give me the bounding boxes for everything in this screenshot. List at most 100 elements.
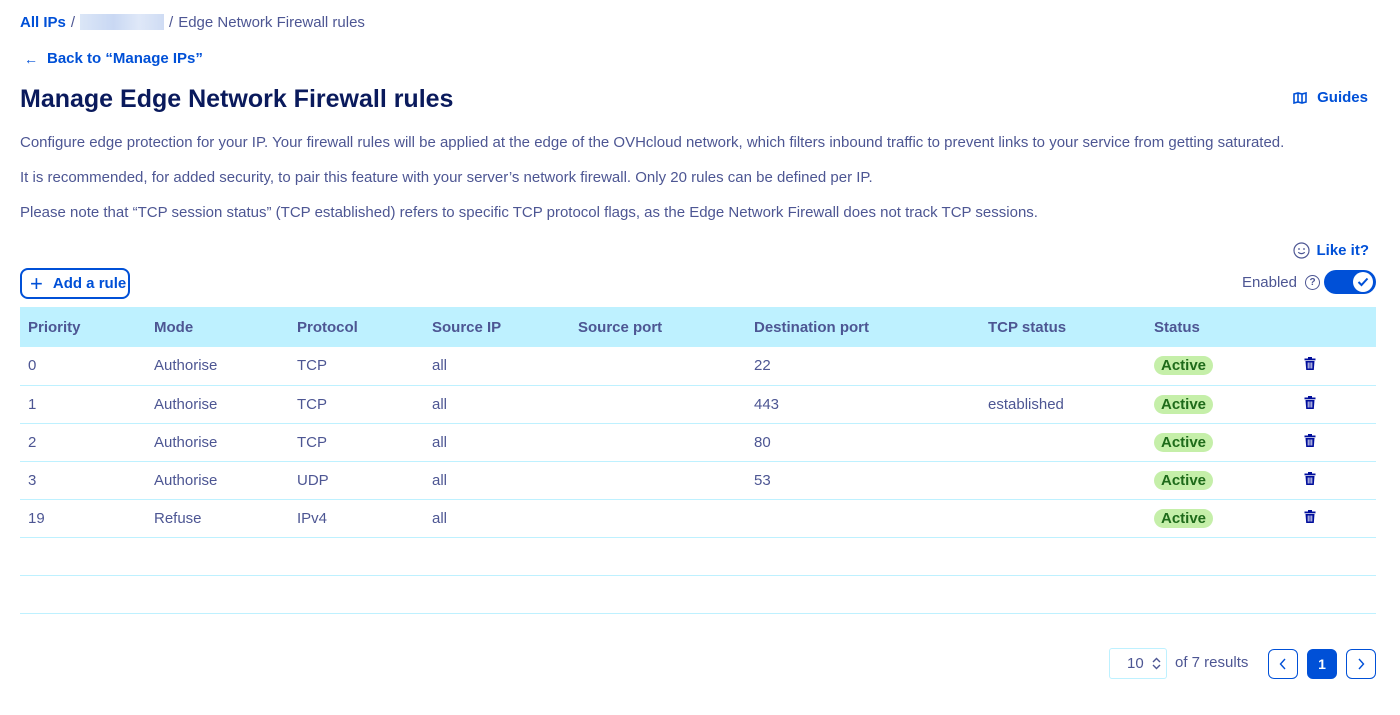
column-header-mode: Mode [154,318,194,336]
cell-status: Active [1146,461,1296,500]
book-map-icon [1293,91,1307,104]
column-header-actions [1296,307,1376,347]
table-row: 0 Authorise TCP all 22 Active [20,347,1376,386]
column-header-source-ip: Source IP [432,318,502,336]
status-badge: Active [1154,508,1214,528]
breadcrumb-separator: / [70,13,76,31]
page-button-current[interactable]: 1 [1307,649,1337,679]
cell-protocol: TCP [289,385,424,424]
table-row: 1 Authorise TCP all 443 established Acti… [20,385,1376,424]
add-rule-label: Add a rule [52,275,127,292]
status-badge: Active [1154,470,1214,490]
add-rule-button[interactable]: + Add a rule [20,268,130,299]
enabled-toggle[interactable] [1324,270,1376,294]
cell-source-port [570,461,746,500]
page-title: Manage Edge Network Firewall rules [20,85,454,113]
cell-priority: 1 [20,385,146,424]
cell-actions [1296,423,1376,462]
cell-mode: Authorise [146,423,289,462]
trash-icon[interactable] [1304,433,1316,447]
chevron-up-down-icon [1152,657,1161,670]
trash-icon[interactable] [1304,471,1316,485]
enabled-label: Enabled [1241,273,1297,291]
cell-source-ip: all [424,461,570,500]
trash-icon[interactable] [1304,395,1316,409]
page-size-value: 10 [1127,655,1144,672]
column-header-priority: Priority [28,318,81,336]
cell-status: Active [1146,385,1296,424]
trash-icon[interactable] [1304,357,1316,371]
back-link-label: Back to “Manage IPs” [47,50,203,67]
cell-protocol: TCP [289,347,424,386]
cell-actions [1296,347,1376,386]
breadcrumb-ip-masked[interactable] [80,14,165,30]
previous-page-button[interactable] [1268,649,1298,679]
cell-status: Active [1146,347,1296,386]
chevron-left-icon [1279,658,1286,670]
like-it-feedback-link[interactable]: Like it? [1293,242,1369,259]
firewall-rules-table: Priority Mode Protocol Source IP Source … [20,307,1376,614]
table-header-row: Priority Mode Protocol Source IP Source … [20,307,1376,347]
description-paragraph: Please note that “TCP session status” (T… [20,204,1038,221]
cell-mode: Authorise [146,385,289,424]
description-paragraph: Configure edge protection for your IP. Y… [20,134,1285,151]
table-row: 2 Authorise TCP all 80 Active [20,423,1376,462]
cell-source-ip: all [424,347,570,386]
table-row: 19 Refuse IPv4 all Active [20,499,1376,538]
table-row: 3 Authorise UDP all 53 Active [20,461,1376,500]
cell-status: Active [1146,499,1296,538]
cell-source-ip: all [424,499,570,538]
cell-status: Active [1146,423,1296,462]
cell-destination-port: 53 [746,461,980,500]
cell-mode: Authorise [146,347,289,386]
empty-table-row [20,537,1376,576]
breadcrumb-current: Edge Network Firewall rules [178,13,365,31]
cell-destination-port: 80 [746,423,980,462]
cell-source-port [570,499,746,538]
check-icon [1353,272,1373,292]
arrow-left-icon: ← [24,50,38,67]
page-size-select[interactable]: 10 [1109,648,1167,679]
cell-priority: 0 [20,347,146,386]
cell-tcp-status [980,461,1146,500]
cell-tcp-status [980,423,1146,462]
status-badge: Active [1154,356,1214,376]
chevron-right-icon [1358,658,1365,670]
cell-mode: Refuse [146,499,289,538]
guides-button[interactable]: Guides [1293,89,1368,106]
column-header-source-port: Source port [578,318,663,336]
cell-source-port [570,347,746,386]
smiley-icon [1293,242,1311,259]
cell-priority: 2 [20,423,146,462]
cell-source-ip: all [424,423,570,462]
cell-destination-port: 22 [746,347,980,386]
cell-actions [1296,461,1376,500]
cell-protocol: TCP [289,423,424,462]
back-to-manage-ips-link[interactable]: ← Back to “Manage IPs” [24,50,203,67]
cell-tcp-status [980,347,1146,386]
cell-mode: Authorise [146,461,289,500]
column-header-destination-port: Destination port [754,318,869,336]
breadcrumb-separator: / [169,13,174,31]
results-count: of 7 results [1175,654,1249,671]
enabled-toggle-group: Enabled ? [1242,270,1376,294]
cell-destination-port [746,499,980,538]
column-header-tcp-status: TCP status [988,318,1067,336]
trash-icon[interactable] [1304,509,1316,523]
cell-tcp-status [980,499,1146,538]
cell-actions [1296,499,1376,538]
breadcrumb-all-ips-link[interactable]: All IPs [20,14,66,31]
status-badge: Active [1154,394,1214,414]
help-icon[interactable]: ? [1305,274,1320,290]
column-header-protocol: Protocol [297,318,358,336]
cell-source-port [570,423,746,462]
cell-source-ip: all [424,385,570,424]
cell-priority: 3 [20,461,146,500]
empty-table-row [20,575,1376,614]
column-header-status: Status [1154,318,1200,336]
next-page-button[interactable] [1346,649,1376,679]
cell-source-port [570,385,746,424]
breadcrumb: All IPs / / Edge Network Firewall rules [20,12,365,32]
cell-tcp-status: established [980,385,1146,424]
cell-protocol: IPv4 [289,499,424,538]
